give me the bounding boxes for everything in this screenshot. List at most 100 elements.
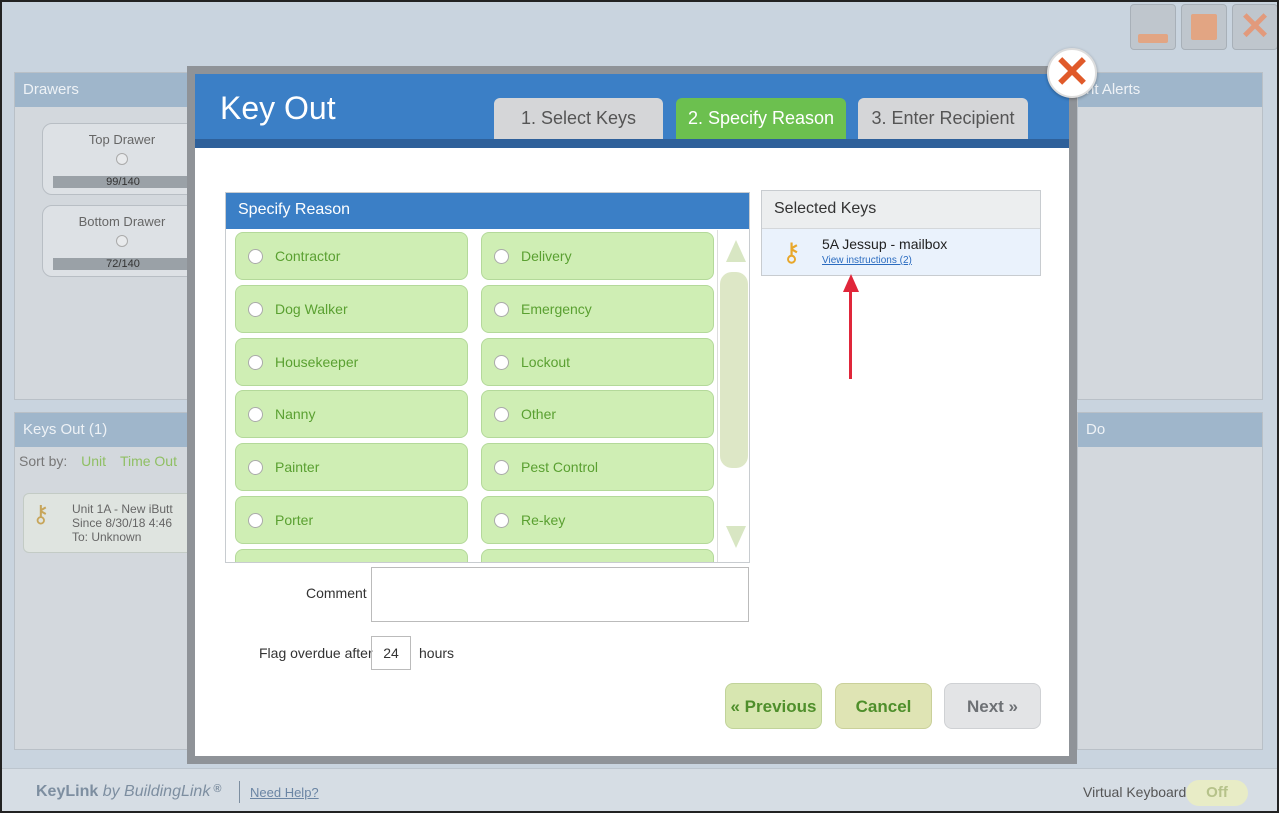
radio-icon bbox=[248, 301, 263, 317]
radio-icon bbox=[248, 459, 263, 475]
selected-key-name: 5A Jessup - mailbox bbox=[822, 236, 948, 252]
minimize-button[interactable] bbox=[1130, 4, 1176, 50]
radio-icon bbox=[494, 248, 509, 264]
reason-porter[interactable]: Porter bbox=[235, 496, 468, 544]
drawers-panel: Drawers Top Drawer 99/140 Bottom Drawer … bbox=[14, 72, 202, 400]
reason-scrollbar[interactable] bbox=[717, 230, 749, 562]
reason-label: Painter bbox=[275, 459, 320, 475]
sort-row: Sort by: Unit Time Out bbox=[15, 447, 189, 475]
radio-icon bbox=[248, 406, 263, 422]
reason-label: Delivery bbox=[521, 248, 572, 264]
scroll-up-icon[interactable] bbox=[726, 240, 746, 262]
reason-next-partial[interactable] bbox=[481, 549, 714, 562]
reason-label: Re-key bbox=[521, 512, 566, 528]
scroll-thumb[interactable] bbox=[720, 272, 748, 468]
key-out-modal: Key Out 1. Select Keys 2. Specify Reason… bbox=[187, 66, 1077, 764]
brand-key: KeyLink bbox=[36, 783, 99, 800]
brand-by: by bbox=[98, 783, 125, 800]
radio-icon bbox=[494, 301, 509, 317]
radio-icon bbox=[248, 354, 263, 370]
close-icon: ✕ bbox=[1239, 6, 1271, 48]
sort-unit-link[interactable]: Unit bbox=[81, 453, 106, 469]
next-button[interactable]: Next » bbox=[944, 683, 1041, 729]
virtual-keyboard-toggle[interactable]: Off bbox=[1186, 780, 1248, 806]
maximize-button[interactable] bbox=[1181, 4, 1227, 50]
need-help-link[interactable]: Need Help? bbox=[250, 785, 319, 800]
reason-dog-walker[interactable]: Dog Walker bbox=[235, 285, 468, 333]
window-close-button[interactable]: ✕ bbox=[1232, 4, 1278, 50]
reason-re-key[interactable]: Re-key bbox=[481, 496, 714, 544]
key-icon: ⚷ bbox=[782, 237, 802, 267]
reason-label: Housekeeper bbox=[275, 354, 359, 370]
reason-next-partial[interactable] bbox=[235, 549, 468, 562]
modal-close-button[interactable]: ✕ bbox=[1047, 48, 1097, 98]
maximize-icon bbox=[1191, 14, 1217, 40]
tab-specify-reason[interactable]: 2. Specify Reason bbox=[676, 98, 846, 139]
specify-reason-panel: Specify Reason Contractor Delivery Dog W… bbox=[225, 192, 750, 563]
reason-emergency[interactable]: Emergency bbox=[481, 285, 714, 333]
previous-button[interactable]: « Previous bbox=[725, 683, 822, 729]
drawer-name: Top Drawer bbox=[88, 132, 156, 147]
drawer-status-icon bbox=[116, 153, 128, 165]
key-out-line2: Since 8/30/18 4:46 bbox=[72, 516, 173, 530]
reason-painter[interactable]: Painter bbox=[235, 443, 468, 491]
tab-select-keys[interactable]: 1. Select Keys bbox=[494, 98, 663, 139]
view-instructions-link[interactable]: View instructions (2) bbox=[822, 255, 912, 266]
reason-nanny[interactable]: Nanny bbox=[235, 390, 468, 438]
sort-label: Sort by: bbox=[19, 453, 68, 469]
drawer-name: Bottom Drawer bbox=[78, 214, 166, 229]
scroll-down-icon[interactable] bbox=[726, 526, 746, 548]
comment-input[interactable] bbox=[371, 567, 749, 622]
flag-overdue-input[interactable]: 24 bbox=[371, 636, 411, 670]
radio-icon bbox=[248, 512, 263, 528]
modal-header: Key Out 1. Select Keys 2. Specify Reason… bbox=[195, 74, 1069, 148]
brand-buildinglink: BuildingLink bbox=[124, 783, 211, 800]
footer-divider bbox=[239, 781, 240, 803]
sort-time-link[interactable]: Time Out bbox=[120, 453, 177, 469]
modal-body: Key Out 1. Select Keys 2. Specify Reason… bbox=[195, 74, 1069, 756]
drawer-card-top[interactable]: Top Drawer 99/140 bbox=[42, 123, 202, 195]
reason-contractor[interactable]: Contractor bbox=[235, 232, 468, 280]
comment-label: Comment bbox=[306, 585, 367, 601]
footer: KeyLink by BuildingLink ® Need Help? Vir… bbox=[2, 768, 1277, 811]
cancel-button[interactable]: Cancel bbox=[835, 683, 932, 729]
drawer-count: 99/140 bbox=[53, 176, 193, 188]
drawer-status-icon bbox=[116, 235, 128, 247]
radio-icon bbox=[494, 354, 509, 370]
flag-overdue-label: Flag overdue after bbox=[259, 645, 373, 661]
virtual-keyboard-label: Virtual Keyboard bbox=[1083, 784, 1187, 800]
todo-panel: Do bbox=[1077, 412, 1263, 750]
selected-keys-title: Selected Keys bbox=[762, 191, 1040, 229]
drawers-title: Drawers bbox=[15, 73, 189, 107]
selected-keys-panel: Selected Keys ⚷ 5A Jessup - mailbox View… bbox=[761, 190, 1041, 276]
key-out-line3: To: Unknown bbox=[72, 530, 142, 544]
reason-label: Emergency bbox=[521, 301, 592, 317]
annotation-arrow bbox=[849, 287, 852, 379]
selected-key-item: ⚷ 5A Jessup - mailbox View instructions … bbox=[762, 229, 1040, 275]
reason-label: Nanny bbox=[275, 406, 316, 422]
reason-delivery[interactable]: Delivery bbox=[481, 232, 714, 280]
reason-lockout[interactable]: Lockout bbox=[481, 338, 714, 386]
reason-label: Pest Control bbox=[521, 459, 599, 475]
todo-title: Do bbox=[1078, 413, 1262, 447]
reason-label: Dog Walker bbox=[275, 301, 348, 317]
reason-label: Porter bbox=[275, 512, 314, 528]
specify-reason-title: Specify Reason bbox=[226, 193, 749, 229]
tab-enter-recipient[interactable]: 3. Enter Recipient bbox=[858, 98, 1028, 139]
reason-housekeeper[interactable]: Housekeeper bbox=[235, 338, 468, 386]
reason-label: Other bbox=[521, 406, 557, 422]
key-icon: ⚷ bbox=[32, 501, 50, 528]
drawer-card-bottom[interactable]: Bottom Drawer 72/140 bbox=[42, 205, 202, 277]
radio-icon bbox=[494, 512, 509, 528]
keys-out-panel: Keys Out (1) Sort by: Unit Time Out ⚷ Un… bbox=[14, 412, 203, 750]
alerts-title: nt Alerts bbox=[1078, 73, 1262, 107]
radio-icon bbox=[248, 248, 263, 264]
key-out-item[interactable]: ⚷ Unit 1A - New iButt Since 8/30/18 4:46… bbox=[23, 493, 203, 553]
reason-pest-control[interactable]: Pest Control bbox=[481, 443, 714, 491]
radio-icon bbox=[494, 406, 509, 422]
alerts-panel: nt Alerts bbox=[1077, 72, 1263, 400]
reason-other[interactable]: Other bbox=[481, 390, 714, 438]
brand-registered: ® bbox=[210, 783, 222, 795]
hours-label: hours bbox=[419, 645, 455, 661]
keys-out-title: Keys Out (1) bbox=[15, 413, 189, 447]
